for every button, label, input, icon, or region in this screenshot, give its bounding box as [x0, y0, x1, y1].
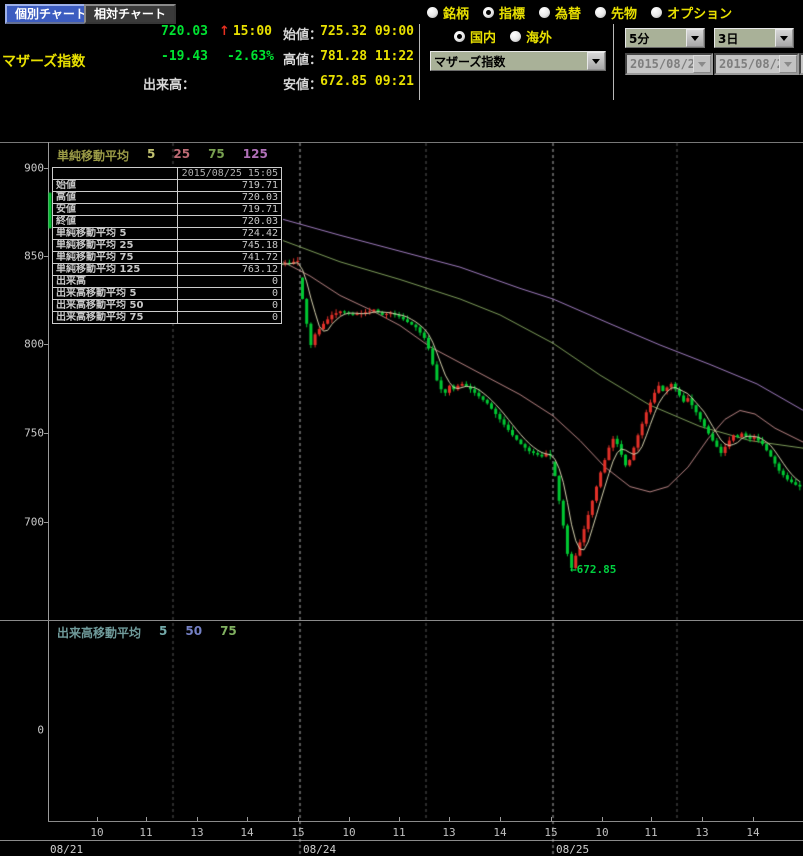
tooltip-row-label: 出来高移動平均 5	[53, 288, 178, 300]
radio-region-海外[interactable]: 海外	[510, 27, 552, 46]
tooltip-row-label: 安値	[53, 204, 178, 216]
header-separator	[613, 24, 614, 100]
instrument-select-value: マザーズ指数	[431, 53, 587, 70]
high-label: 高値：	[283, 49, 322, 68]
tooltip-datetime: 2015/08/25 15:05	[178, 168, 282, 180]
radio-category-オプション[interactable]: オプション	[651, 3, 732, 22]
tab-relative-chart[interactable]: 相対チャート	[84, 4, 176, 24]
price-ma-legend: 単純移動平均 5 25 75 125	[57, 147, 268, 164]
date-to-value: 2015/08/25	[716, 57, 779, 71]
last-price: 720.03	[128, 24, 208, 39]
radio-category-為替[interactable]: 為替	[539, 3, 581, 22]
chevron-down-icon	[693, 55, 711, 73]
interval-select[interactable]: 5分	[625, 28, 705, 48]
category-radio-group: 銘柄 指標 為替 先物 オプション	[427, 3, 732, 22]
open-label: 始値：	[283, 24, 322, 43]
interval-select-value: 5分	[626, 30, 686, 47]
tooltip-row-label: 単純移動平均 125	[53, 264, 178, 276]
radio-label: 海外	[526, 27, 552, 46]
radio-region-国内[interactable]: 国内	[454, 27, 496, 46]
tooltip-row-value: 719.71	[178, 180, 282, 192]
tooltip-row-label: 始値	[53, 180, 178, 192]
tooltip-row-value: 720.03	[178, 192, 282, 204]
radio-label: 銘柄	[443, 3, 469, 22]
tooltip-row-value: 745.18	[178, 240, 282, 252]
volume-label: 出来高：	[143, 74, 195, 93]
radio-icon[interactable]	[483, 7, 494, 18]
tooltip-row-value: 741.72	[178, 252, 282, 264]
tooltip-row-value: 0	[178, 288, 282, 300]
tooltip-row-label: 単純移動平均 5	[53, 228, 178, 240]
legend-item: 50	[185, 624, 202, 641]
radio-label: 為替	[555, 3, 581, 22]
tooltip-row-label: 単純移動平均 75	[53, 252, 178, 264]
radio-label: 国内	[470, 27, 496, 46]
radio-icon[interactable]	[651, 7, 662, 18]
high-value: 781.28 11:22	[318, 49, 414, 64]
ohlc-tooltip: 2015/08/25 15:05 始値719.71高値720.03安値719.7…	[52, 167, 282, 324]
span-select-value: 3日	[715, 30, 775, 47]
volume-ma-legend: 出来高移動平均 5 50 75	[57, 624, 237, 641]
legend-item: 5	[147, 147, 155, 164]
legend-item: 75	[208, 147, 225, 164]
span-select[interactable]: 3日	[714, 28, 794, 48]
tooltip-row-label: 高値	[53, 192, 178, 204]
header-separator	[419, 24, 420, 100]
chevron-down-icon[interactable]	[686, 29, 704, 47]
change-value: -19.43	[128, 49, 208, 64]
date-to-select: 2015/08/25	[714, 53, 799, 75]
radio-label: 指標	[499, 3, 525, 22]
tooltip-row-value: 724.42	[178, 228, 282, 240]
tooltip-row-label: 出来高移動平均 50	[53, 300, 178, 312]
tooltip-row-value: 0	[178, 276, 282, 288]
tooltip-row-value: 763.12	[178, 264, 282, 276]
radio-icon[interactable]	[510, 31, 521, 42]
tooltip-row-label: 出来高	[53, 276, 178, 288]
radio-icon[interactable]	[595, 7, 606, 18]
radio-icon[interactable]	[427, 7, 438, 18]
radio-icon[interactable]	[539, 7, 550, 18]
date-from-select: 2015/08/23	[625, 53, 713, 75]
tooltip-row-value: 719.71	[178, 204, 282, 216]
radio-label: 先物	[611, 3, 637, 22]
low-label: 安値：	[283, 74, 322, 93]
open-value: 725.32 09:00	[318, 24, 414, 39]
tooltip-row-value: 720.03	[178, 216, 282, 228]
stock-chart-app: 個別チャート 相対チャート マザーズ指数 720.03 ↑ 15:00 始値： …	[0, 0, 803, 856]
change-percent: -2.63%	[222, 49, 274, 64]
radio-label: オプション	[667, 3, 732, 22]
low-price-annotation: ←672.85	[570, 563, 616, 576]
direction-arrow-icon: ↑	[219, 24, 230, 39]
radio-icon[interactable]	[454, 31, 465, 42]
legend-item: 125	[243, 147, 268, 164]
legend-item: 75	[220, 624, 237, 641]
last-time: 15:00	[232, 24, 272, 39]
tooltip-row-label: 終値	[53, 216, 178, 228]
radio-category-指標[interactable]: 指標	[483, 3, 525, 22]
chevron-down-icon[interactable]	[775, 29, 793, 47]
radio-category-先物[interactable]: 先物	[595, 3, 637, 22]
chevron-down-icon[interactable]	[587, 52, 605, 70]
instrument-title: マザーズ指数	[2, 51, 85, 71]
legend-title: 単純移動平均	[57, 147, 129, 164]
legend-item: 25	[173, 147, 190, 164]
instrument-select[interactable]: マザーズ指数	[430, 51, 606, 71]
tooltip-row-value: 0	[178, 300, 282, 312]
low-value: 672.85 09:21	[318, 74, 414, 89]
legend-item: 5	[159, 624, 167, 641]
legend-title: 出来高移動平均	[57, 624, 141, 641]
radio-category-銘柄[interactable]: 銘柄	[427, 3, 469, 22]
tooltip-row-value: 0	[178, 312, 282, 324]
tooltip-row-label: 単純移動平均 25	[53, 240, 178, 252]
region-radio-group: 国内 海外	[454, 27, 552, 46]
tooltip-row-label: 出来高移動平均 75	[53, 312, 178, 324]
date-from-value: 2015/08/23	[627, 57, 693, 71]
tooltip-blank-cell	[53, 168, 178, 180]
chevron-down-icon	[779, 55, 797, 73]
date-select-clipped	[799, 53, 803, 75]
